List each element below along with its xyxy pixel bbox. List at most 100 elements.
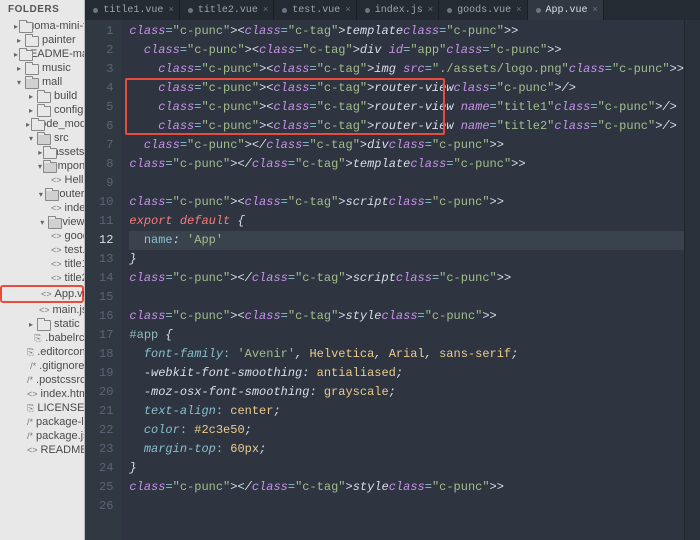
- code-line[interactable]: class="c-punc"><class="c-tag">img src=".…: [129, 60, 684, 79]
- code-line[interactable]: class="c-punc"><class="c-tag">router-vie…: [129, 79, 684, 98]
- close-icon[interactable]: ×: [263, 5, 268, 15]
- file-icon: ⎘: [33, 333, 42, 344]
- folder-item-assets[interactable]: ▸assets: [0, 145, 84, 159]
- file-icon: <>: [51, 203, 62, 213]
- file-icon: <>: [51, 231, 62, 241]
- file-item-README.md[interactable]: <>README.md: [0, 443, 84, 457]
- code-line[interactable]: [129, 288, 684, 307]
- folder-item-music[interactable]: ▸music: [0, 61, 84, 75]
- file-icon: <>: [27, 445, 38, 455]
- file-item-App.vue[interactable]: <>App.vue: [0, 285, 84, 303]
- code-line[interactable]: class="c-punc"></class="c-tag">divclass=…: [129, 136, 684, 155]
- folder-item-components[interactable]: ▾components: [0, 159, 84, 173]
- folder-item-node_modules[interactable]: ▸node_modules: [0, 117, 84, 131]
- code-line[interactable]: class="c-punc"></class="c-tag">scriptcla…: [129, 269, 684, 288]
- close-icon[interactable]: ×: [516, 5, 521, 15]
- file-item-test.vue[interactable]: <>test.vue: [0, 243, 84, 257]
- close-icon[interactable]: ×: [593, 5, 598, 15]
- tree-item-label: view: [62, 216, 84, 228]
- line-number: 12: [85, 231, 113, 250]
- close-icon[interactable]: ×: [168, 5, 173, 15]
- file-item-.editorconfig[interactable]: ⎘.editorconfig: [0, 345, 84, 359]
- file-item-goods.vue[interactable]: <>goods.vue: [0, 229, 84, 243]
- tree-item-label: .gitignore: [39, 360, 84, 372]
- tree-item-label: assets: [53, 146, 85, 158]
- code-line[interactable]: class="c-punc"></class="c-tag">styleclas…: [129, 478, 684, 497]
- file-item-index.html[interactable]: <>index.html: [0, 387, 84, 401]
- chevron-right-icon: ▸: [26, 319, 36, 329]
- folder-item-duoma-mini-front[interactable]: ▸duoma-mini-front: [0, 19, 84, 33]
- folder-icon: [48, 216, 60, 228]
- file-item-.postcssrc.js[interactable]: /*.postcssrc.js: [0, 373, 84, 387]
- tab-App.vue[interactable]: App.vue×: [528, 0, 604, 20]
- file-item-.babelrc[interactable]: ⎘.babelrc: [0, 331, 84, 345]
- code-line[interactable]: #app {: [129, 326, 684, 345]
- folder-item-config[interactable]: ▸config: [0, 103, 84, 117]
- code-line[interactable]: class="c-punc"><class="c-tag">router-vie…: [129, 117, 684, 136]
- file-item-HelloWorld.vue[interactable]: <>HelloWorld.vue: [0, 173, 84, 187]
- code-line[interactable]: class="c-punc"><class="c-tag">div id="ap…: [129, 41, 684, 60]
- tab-index.js[interactable]: index.js×: [357, 0, 439, 20]
- minimap[interactable]: [684, 20, 700, 540]
- folder-item-view[interactable]: ▾view: [0, 215, 84, 229]
- code-line[interactable]: [129, 497, 684, 516]
- tree-item-label: .editorconfig: [37, 346, 85, 358]
- code-line[interactable]: class="c-punc"><class="c-tag">router-vie…: [129, 98, 684, 117]
- file-item-.gitignore[interactable]: /*.gitignore: [0, 359, 84, 373]
- tab-title2.vue[interactable]: title2.vue×: [180, 0, 274, 20]
- tab-title1.vue[interactable]: title1.vue ×: [85, 0, 179, 20]
- file-item-package-lock.json[interactable]: /*package-lock.json: [0, 415, 84, 429]
- tab-label: title1.vue: [103, 5, 163, 16]
- chevron-right-icon: ▸: [14, 35, 24, 45]
- folder-icon: [25, 76, 39, 88]
- line-number: 2: [85, 41, 113, 60]
- tree-item-label: test.vue: [65, 244, 86, 256]
- code-line[interactable]: class="c-punc"><class="c-tag">templatecl…: [129, 22, 684, 41]
- tree-item-label: static: [54, 318, 80, 330]
- code-line[interactable]: margin-top: 60px;: [129, 440, 684, 459]
- tree-item-label: package-lock.json: [36, 416, 85, 428]
- line-number: 23: [85, 440, 113, 459]
- code-line[interactable]: export default {: [129, 212, 684, 231]
- code-line[interactable]: color: #2c3e50;: [129, 421, 684, 440]
- code-line[interactable]: }: [129, 459, 684, 478]
- close-icon[interactable]: ×: [345, 5, 350, 15]
- sidebar-header: FOLDERS: [0, 0, 84, 19]
- file-icon: <>: [51, 259, 62, 269]
- folder-item-src[interactable]: ▾src: [0, 131, 84, 145]
- chevron-right-icon: ▸: [26, 91, 36, 101]
- tree-item-label: .postcssrc.js: [36, 374, 85, 386]
- code-line[interactable]: font-family: 'Avenir', Helvetica, Arial,…: [129, 345, 684, 364]
- code-line[interactable]: }: [129, 250, 684, 269]
- folder-item-mall[interactable]: ▾mall: [0, 75, 84, 89]
- tab-test.vue[interactable]: test.vue×: [274, 0, 356, 20]
- folder-item-router[interactable]: ▾router: [0, 187, 84, 201]
- file-item-main.js[interactable]: <>main.js: [0, 303, 84, 317]
- chevron-right-icon: ▸: [14, 49, 18, 59]
- tab-goods.vue[interactable]: goods.vue×: [439, 0, 527, 20]
- code-line[interactable]: name: 'App': [129, 231, 684, 250]
- code-line[interactable]: class="c-punc"><class="c-tag">styleclass…: [129, 307, 684, 326]
- folder-item-static[interactable]: ▸ static: [0, 317, 84, 331]
- tab-dot-icon: [188, 8, 193, 13]
- line-number: 6: [85, 117, 113, 136]
- code-area[interactable]: class="c-punc"><class="c-tag">templatecl…: [121, 20, 684, 540]
- gutter: 1234567891011121314151617181920212223242…: [85, 20, 121, 540]
- chevron-right-icon: ▸: [26, 105, 36, 115]
- close-icon[interactable]: ×: [428, 5, 433, 15]
- file-icon: ⎘: [27, 403, 34, 414]
- code-line[interactable]: -webkit-font-smoothing: antialiased;: [129, 364, 684, 383]
- file-item-title1.vue[interactable]: <>title1.vue: [0, 257, 84, 271]
- folder-item-README-master[interactable]: ▸README-master: [0, 47, 84, 61]
- code-line[interactable]: [129, 174, 684, 193]
- code-line[interactable]: text-align: center;: [129, 402, 684, 421]
- file-item-title2.vue[interactable]: <>title2.vue: [0, 271, 84, 285]
- code-line[interactable]: class="c-punc"></class="c-tag">templatec…: [129, 155, 684, 174]
- file-item-LICENSE[interactable]: ⎘LICENSE: [0, 401, 84, 415]
- file-item-package.json[interactable]: /*package.json: [0, 429, 84, 443]
- file-item-index.js[interactable]: <>index.js: [0, 201, 84, 215]
- folder-item-painter[interactable]: ▸painter: [0, 33, 84, 47]
- code-line[interactable]: class="c-punc"><class="c-tag">scriptclas…: [129, 193, 684, 212]
- code-line[interactable]: -moz-osx-font-smoothing: grayscale;: [129, 383, 684, 402]
- folder-item-build[interactable]: ▸build: [0, 89, 84, 103]
